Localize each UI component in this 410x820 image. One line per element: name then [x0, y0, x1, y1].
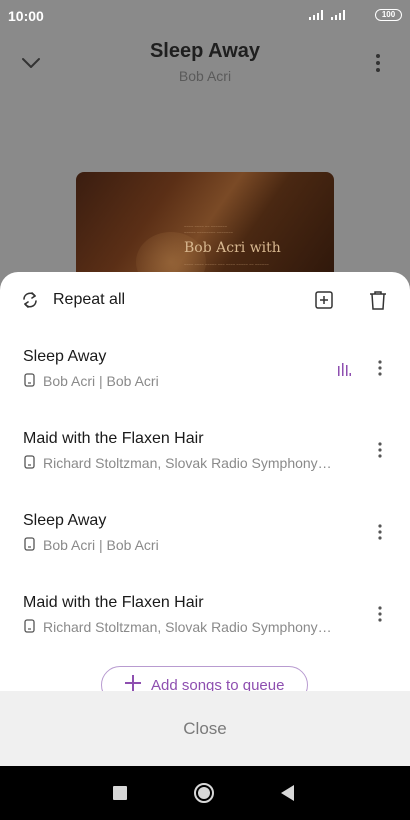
song-subtitle: Richard Stoltzman, Slovak Radio Symphony…: [43, 455, 332, 471]
phone-device-icon: [24, 619, 35, 633]
close-label: Close: [183, 719, 227, 738]
status-time: 10:00: [8, 8, 44, 24]
song-title: Maid with the Flaxen Hair: [23, 430, 204, 447]
player-song-title: Sleep Away: [149, 40, 261, 62]
queue-sheet: Repeat all Sleep Away Bob Acri | Bob Acr…: [0, 272, 410, 766]
repeat-mode-label[interactable]: Repeat all: [53, 291, 125, 309]
status-bar: 10:00 100: [0, 0, 410, 30]
song-subtitle: Richard Stoltzman, Slovak Radio Symphony…: [43, 619, 332, 635]
more-vertical-icon[interactable]: [372, 358, 388, 378]
recents-button[interactable]: [113, 786, 127, 800]
phone-device-icon: [24, 455, 35, 469]
more-vertical-icon[interactable]: [372, 440, 388, 460]
plus-icon: [125, 675, 141, 691]
phone-device-icon: [24, 537, 35, 551]
now-playing-screen: 10:00 100 Sleep Away Bob Acri ~~~~ ~~~~ …: [0, 0, 410, 302]
album-art-text: Bob Acri with: [184, 240, 281, 256]
signal-icon: [331, 10, 345, 20]
song-title: Sleep Away: [23, 348, 107, 365]
song-title: Maid with the Flaxen Hair: [23, 594, 204, 611]
equalizer-icon: [338, 363, 351, 376]
battery-indicator: 100: [375, 9, 402, 21]
trash-icon[interactable]: [369, 290, 387, 310]
signal-icon: [309, 10, 323, 20]
back-button[interactable]: [281, 785, 295, 801]
home-button[interactable]: [193, 782, 215, 804]
song-subtitle: Bob Acri | Bob Acri: [43, 537, 159, 553]
phone-device-icon: [24, 373, 35, 387]
more-vertical-icon[interactable]: [372, 522, 388, 542]
more-vertical-icon[interactable]: [370, 52, 386, 74]
queue-item[interactable]: Maid with the Flaxen Hair Richard Stoltz…: [0, 576, 410, 658]
player-artist: Bob Acri: [178, 68, 232, 84]
repeat-icon[interactable]: [20, 290, 40, 310]
add-to-playlist-icon[interactable]: [314, 290, 334, 310]
queue-item[interactable]: Maid with the Flaxen Hair Richard Stoltz…: [0, 412, 410, 494]
system-nav-bar: [0, 766, 410, 820]
more-vertical-icon[interactable]: [372, 604, 388, 624]
queue-list: Sleep Away Bob Acri | Bob Acri Maid with…: [0, 330, 410, 658]
queue-item[interactable]: Sleep Away Bob Acri | Bob Acri: [0, 330, 410, 412]
close-button[interactable]: Close: [0, 691, 410, 766]
queue-item[interactable]: Sleep Away Bob Acri | Bob Acri: [0, 494, 410, 576]
queue-header: Repeat all: [0, 272, 410, 328]
song-title: Sleep Away: [23, 512, 107, 529]
song-subtitle: Bob Acri | Bob Acri: [43, 373, 159, 389]
